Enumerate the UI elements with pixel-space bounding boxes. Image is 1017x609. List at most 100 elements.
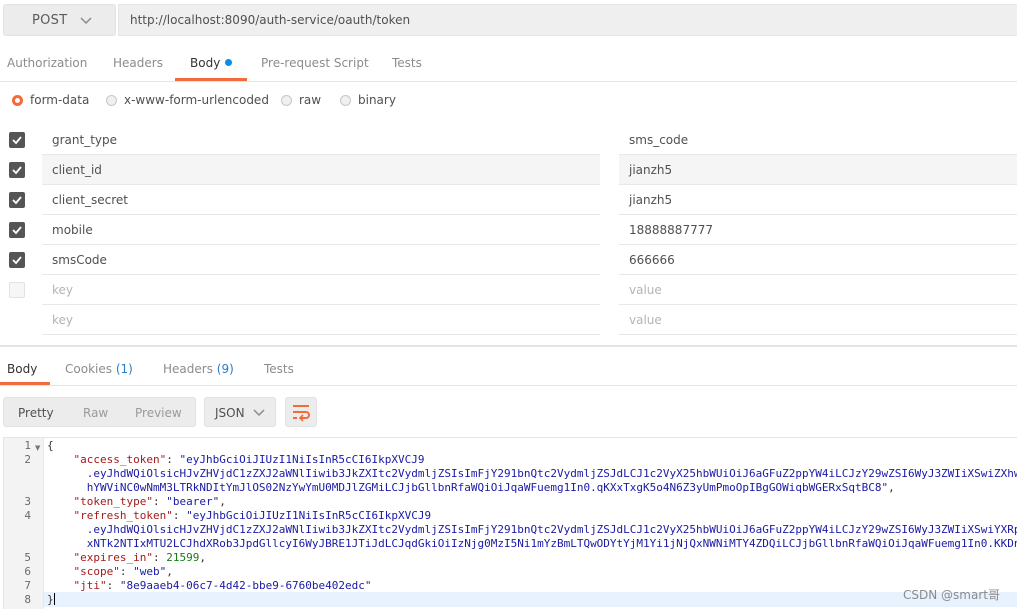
key-placeholder: key: [52, 313, 74, 327]
wrap-lines-icon: [293, 405, 310, 422]
json-brace: }: [47, 593, 54, 606]
preview-button[interactable]: Preview: [135, 406, 182, 420]
fold-arrow-icon[interactable]: ▼: [35, 444, 40, 452]
response-toolbar: Pretty Raw Preview JSON: [0, 396, 1017, 430]
response-tab-tests[interactable]: Tests: [264, 362, 294, 376]
radio-selected-icon: [12, 94, 23, 106]
request-tabs: Authorization Headers Body Pre-request S…: [0, 44, 1017, 82]
check-icon: [12, 256, 22, 265]
method-dropdown[interactable]: POST: [3, 4, 116, 36]
value-text: 666666: [629, 253, 675, 267]
value-field[interactable]: value: [619, 305, 1017, 335]
json-string: xNTk2NTIxMTU2LCJhdXRob3JpdGllcyI6WyJBRE1…: [86, 537, 1017, 550]
code-line: }: [47, 593, 55, 607]
key-field[interactable]: grant_type: [42, 125, 600, 155]
response-tab-cookies[interactable]: Cookies (1): [65, 362, 133, 376]
value-field[interactable]: 18888887777: [619, 215, 1017, 245]
value-field[interactable]: 666666: [619, 245, 1017, 275]
json-brace: {: [47, 439, 54, 452]
key-field[interactable]: client_secret: [42, 185, 600, 215]
radio-x-www-form-urlencoded[interactable]: x-www-form-urlencoded: [106, 93, 269, 107]
key-field[interactable]: mobile: [42, 215, 600, 245]
code-line: .eyJhdWQiOlsicHJvZHVjdC1zZXJ2aWNlIiwib3J…: [47, 467, 1017, 481]
value-field[interactable]: sms_code: [619, 125, 1017, 155]
radio-label: x-www-form-urlencoded: [124, 93, 269, 107]
key-text: mobile: [52, 223, 93, 237]
check-icon: [12, 166, 22, 175]
json-key: "token_type": [73, 495, 153, 508]
response-tab-body[interactable]: Body: [7, 362, 37, 376]
format-dropdown[interactable]: JSON: [204, 397, 276, 427]
code-line: "expires_in": 21599,: [73, 551, 206, 564]
code-line: "token_type": "bearer",: [73, 495, 226, 508]
line-number: 4: [24, 509, 31, 522]
key-field[interactable]: key: [42, 275, 600, 305]
checkbox[interactable]: [9, 222, 25, 238]
radio-unselected-icon: [340, 94, 351, 106]
request-bar: POST http://localhost:8090/auth-service/…: [0, 0, 1017, 40]
response-tabs: Body Cookies (1) Headers (9) Tests: [0, 350, 1017, 386]
tab-label: Cookies: [65, 362, 112, 376]
value-field[interactable]: jianzh5: [619, 155, 1017, 185]
response-tab-headers[interactable]: Headers (9): [163, 362, 234, 376]
tab-authorization[interactable]: Authorization: [7, 56, 87, 70]
value-text: sms_code: [629, 133, 689, 147]
value-field[interactable]: jianzh5: [619, 185, 1017, 215]
form-row: smsCode 666666: [0, 245, 1017, 275]
tab-pre-request-script[interactable]: Pre-request Script: [261, 56, 369, 70]
checkbox[interactable]: [9, 282, 25, 298]
check-icon: [12, 136, 22, 145]
pretty-button[interactable]: Pretty: [18, 406, 54, 420]
line-number: 6: [24, 565, 31, 578]
code-line: xNTk2NTIxMTU2LCJhdXRob3JpdGllcyI6WyJBRE1…: [47, 537, 1017, 551]
line-number: 7: [24, 579, 31, 592]
radio-form-data[interactable]: form-data: [12, 93, 89, 107]
watermark: CSDN @smart哥: [903, 588, 1000, 602]
checkbox[interactable]: [9, 132, 25, 148]
line-number: 3: [24, 495, 31, 508]
form-row: client_id jianzh5: [0, 155, 1017, 185]
checkbox[interactable]: [9, 252, 25, 268]
check-icon: [12, 226, 22, 235]
format-label: JSON: [215, 406, 245, 420]
key-text: client_secret: [52, 193, 128, 207]
checkbox[interactable]: [9, 192, 25, 208]
radio-label: raw: [299, 93, 322, 107]
json-key: "expires_in": [73, 551, 153, 564]
value-text: 18888887777: [629, 223, 713, 237]
radio-unselected-icon: [106, 94, 117, 106]
pane-divider[interactable]: [0, 345, 1017, 347]
json-code: { "access_token": "eyJhbGciOiJIUzI1NiIsI…: [47, 438, 1017, 609]
value-field[interactable]: value: [619, 275, 1017, 305]
code-line: "access_token": "eyJhbGciOiJIUzI1NiIsInR…: [73, 453, 425, 466]
url-input[interactable]: http://localhost:8090/auth-service/oauth…: [118, 4, 1017, 36]
raw-button[interactable]: Raw: [83, 406, 108, 420]
key-field[interactable]: client_id: [42, 155, 600, 185]
value-text: jianzh5: [629, 193, 673, 207]
tab-tests[interactable]: Tests: [392, 56, 422, 70]
tab-headers[interactable]: Headers: [113, 56, 163, 70]
json-key: "jti": [73, 579, 107, 592]
radio-label: form-data: [30, 93, 90, 107]
key-text: client_id: [52, 163, 102, 177]
wrap-lines-button[interactable]: [285, 397, 317, 427]
radio-binary[interactable]: binary: [340, 93, 396, 107]
method-label: POST: [32, 13, 68, 28]
key-field[interactable]: smsCode: [42, 245, 600, 275]
line-number-gutter: 1 ▼ 2 3 4 5 6 7 8: [4, 438, 44, 609]
json-key: "refresh_token": [73, 509, 173, 522]
key-field[interactable]: key: [42, 305, 600, 335]
tab-label: Headers: [163, 362, 213, 376]
tab-body[interactable]: Body: [190, 56, 233, 70]
checkbox[interactable]: [9, 162, 25, 178]
radio-raw[interactable]: raw: [281, 93, 321, 107]
line-number: 2: [24, 453, 31, 466]
json-key: "scope": [73, 565, 120, 578]
code-line: .eyJhdWQiOlsicHJvZHVjdC1zZXJ2aWNlIiwib3J…: [47, 523, 1017, 537]
json-string: "eyJhbGciOiJIUzI1NiIsInR5cCI6IkpXVCJ9: [186, 509, 432, 522]
body-type-selector: form-data x-www-form-urlencoded raw bina…: [0, 90, 1017, 114]
text-cursor: [53, 593, 55, 605]
response-body-editor[interactable]: 1 ▼ 2 3 4 5 6 7 8 { "access_token": "eyJ…: [3, 437, 1017, 609]
code-line: "scope": "web",: [73, 565, 173, 578]
json-string: .eyJhdWQiOlsicHJvZHVjdC1zZXJ2aWNlIiwib3J…: [86, 467, 1017, 480]
